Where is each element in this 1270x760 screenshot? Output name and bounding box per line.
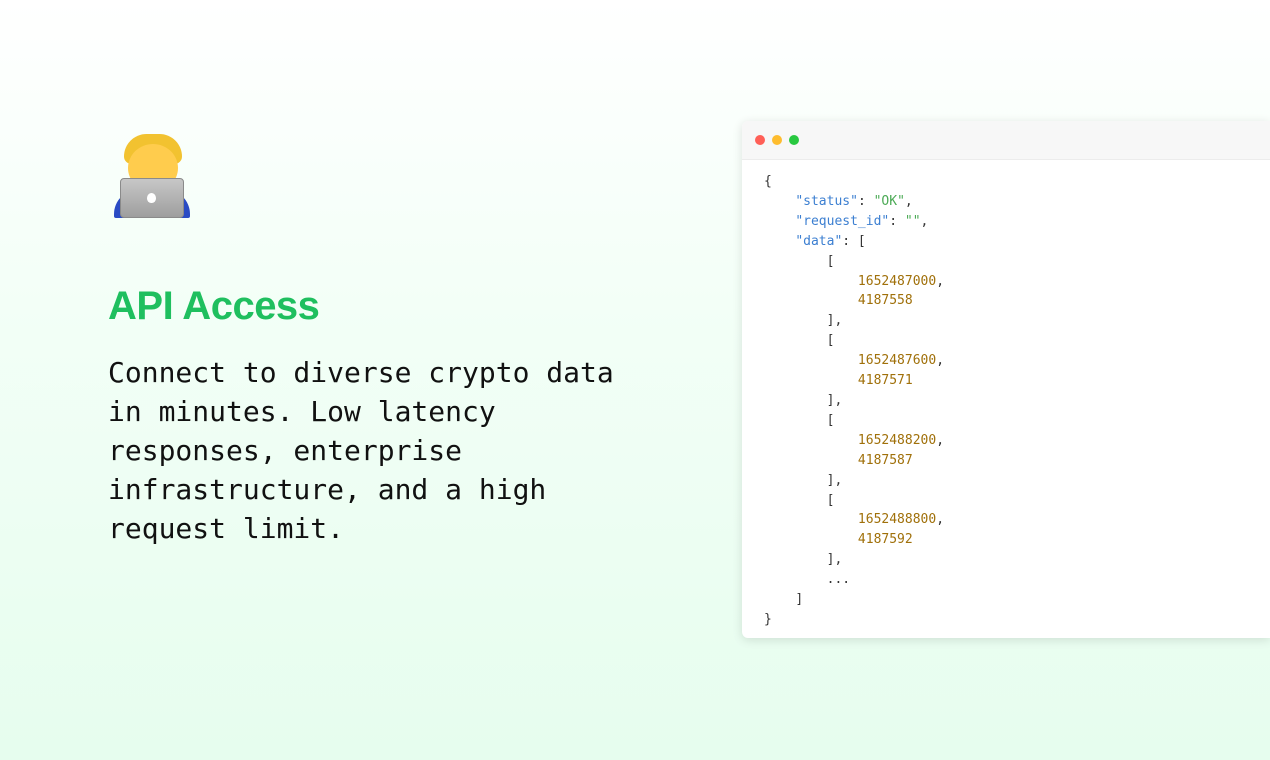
code-token: 1652488800 — [857, 512, 937, 528]
code-token: , — [936, 273, 945, 289]
code-token: [ — [826, 412, 835, 428]
code-token: ... — [826, 572, 851, 588]
code-token: { — [764, 174, 772, 189]
code-line: [ — [764, 331, 1270, 351]
json-code-block: { "status": "OK", "request_id": "", "dat… — [742, 160, 1270, 630]
code-line: 4187592 — [764, 530, 1270, 550]
code-token: ], — [826, 472, 843, 488]
hero-description: Connect to diverse crypto data in minute… — [108, 356, 614, 545]
code-line: 1652488200, — [764, 431, 1270, 451]
code-line: ] — [764, 590, 1270, 610]
code-token: 4187592 — [857, 532, 913, 548]
code-token: 1652488200 — [857, 432, 937, 448]
code-line: 4187571 — [764, 371, 1270, 391]
code-token: , — [904, 193, 913, 209]
code-token: : — [889, 213, 905, 229]
code-line: [ — [764, 252, 1270, 272]
code-line: 4187587 — [764, 451, 1270, 471]
code-line: 1652487600, — [764, 351, 1270, 371]
laptop-logo-icon — [147, 193, 156, 203]
code-token: "OK" — [873, 193, 905, 209]
code-token: , — [936, 512, 945, 528]
code-token: 1652487600 — [857, 353, 937, 369]
code-token: [ — [826, 253, 835, 269]
code-line: 4187558 — [764, 291, 1270, 311]
code-line: { — [764, 172, 1270, 192]
code-token: } — [764, 611, 772, 627]
code-line: ], — [764, 311, 1270, 331]
window-close-dot — [755, 135, 765, 145]
code-token: "data" — [795, 233, 843, 249]
code-token: : — [857, 193, 874, 209]
technologist-emoji-icon — [108, 130, 192, 222]
code-token: 4187558 — [857, 293, 913, 309]
window-minimize-dot — [772, 135, 782, 145]
page-title: API Access — [108, 284, 320, 328]
window-maximize-dot — [789, 135, 799, 145]
code-line: [ — [764, 411, 1270, 431]
code-token: ], — [826, 392, 843, 408]
code-token: , — [920, 213, 929, 229]
hero-section: API Access Connect to diverse crypto dat… — [108, 130, 668, 548]
code-token: , — [936, 432, 945, 448]
code-token: ], — [826, 313, 843, 329]
code-window: { "status": "OK", "request_id": "", "dat… — [742, 121, 1270, 638]
code-token: "request_id" — [795, 213, 890, 229]
code-line: 1652487000, — [764, 272, 1270, 292]
code-line: ], — [764, 471, 1270, 491]
code-token: [ — [826, 333, 835, 349]
code-token: "" — [904, 213, 921, 229]
code-token: "status" — [795, 193, 858, 209]
code-token: , — [936, 353, 945, 369]
code-line: ], — [764, 550, 1270, 570]
code-token: : [ — [842, 233, 866, 249]
code-line: "request_id": "", — [764, 212, 1270, 232]
code-token: 4187571 — [857, 373, 913, 389]
code-token: 1652487000 — [857, 273, 937, 289]
laptop-icon — [120, 178, 184, 218]
code-line: } — [764, 610, 1270, 630]
code-line: "status": "OK", — [764, 192, 1270, 212]
code-line: 1652488800, — [764, 510, 1270, 530]
code-token: ] — [795, 592, 804, 608]
code-line: ... — [764, 570, 1270, 590]
code-token: [ — [826, 492, 835, 508]
code-token: ], — [826, 552, 843, 568]
code-line: [ — [764, 491, 1270, 511]
window-title-bar — [742, 121, 1270, 160]
code-token: 4187587 — [857, 452, 913, 468]
code-line: ], — [764, 391, 1270, 411]
code-line: "data": [ — [764, 232, 1270, 252]
